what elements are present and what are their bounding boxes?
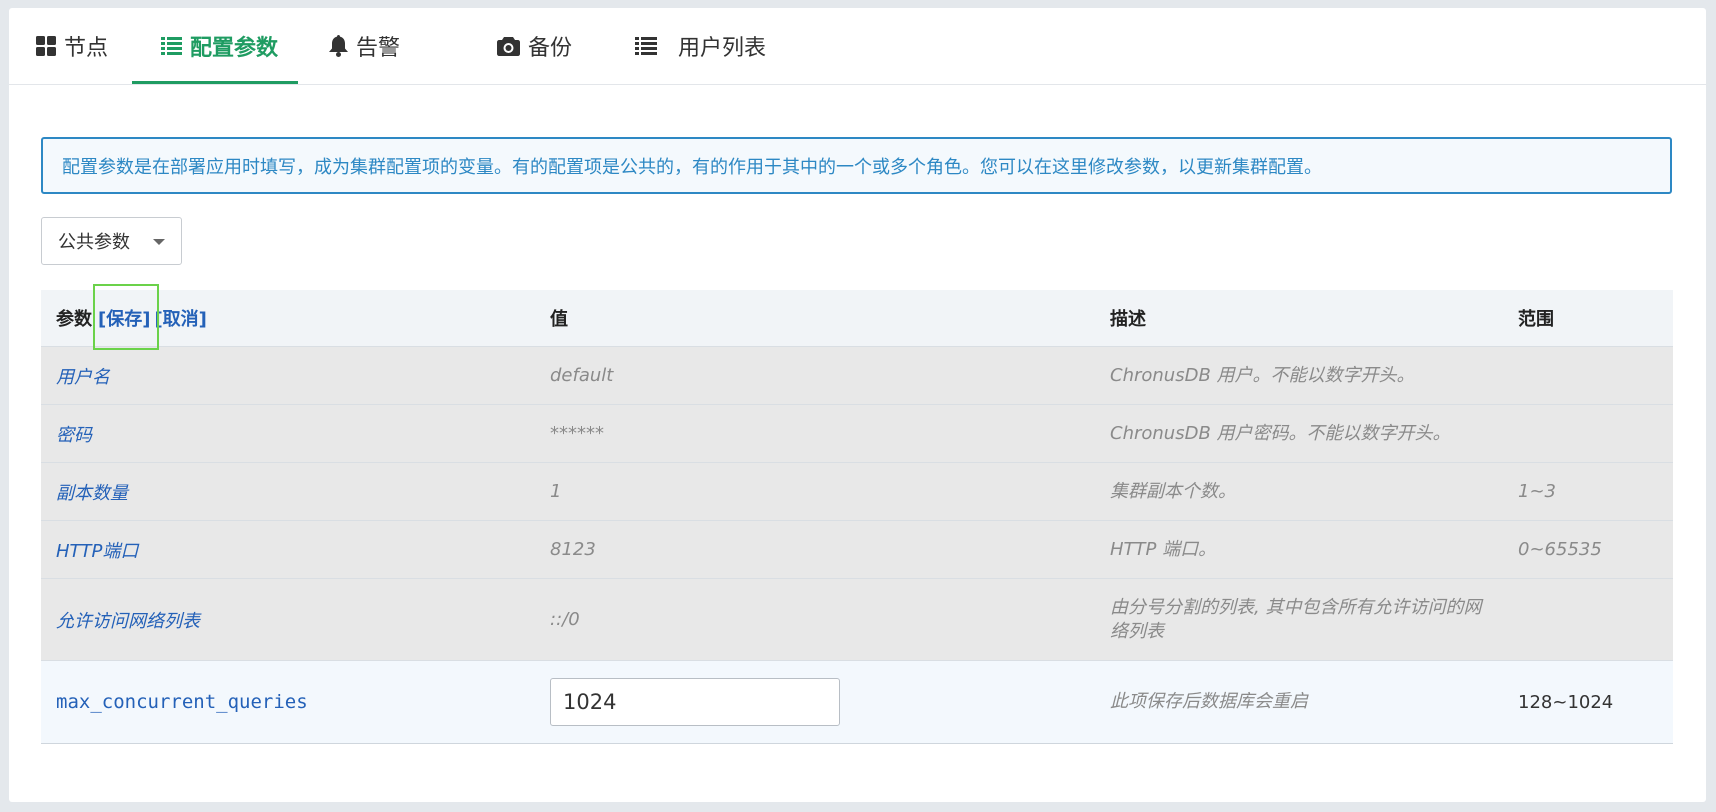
camera-icon [497, 36, 520, 56]
scope-select-value: 公共参数 [58, 232, 130, 253]
table-header: 参数 [保存] [取消] 值 描述 范围 [41, 290, 1673, 347]
scope-select[interactable]: 公共参数 [41, 217, 182, 265]
header-param: 参数 [56, 309, 92, 330]
param-value-cell [550, 661, 1050, 743]
header-value: 值 [550, 309, 568, 330]
param-value: ::/0 [550, 609, 580, 630]
param-desc: 此项保存后数据库会重启 [1110, 691, 1308, 712]
tab-label: 配置参数 [190, 36, 279, 61]
tab-label: 告警 [356, 36, 401, 61]
tab-users[interactable]: 用户列表 [635, 8, 766, 84]
table-row: 密码 ****** ChronusDB 用户密码。不能以数字开头。 [41, 405, 1673, 463]
param-range [1518, 579, 1668, 660]
param-desc: ChronusDB 用户。不能以数字开头。 [1110, 364, 1415, 386]
param-name: max_concurrent_queries [56, 691, 308, 713]
list-icon [161, 37, 182, 55]
param-desc: 由分号分割的列表, 其中包含所有允许访问的网络列表 [1110, 596, 1482, 642]
info-alert: 配置参数是在部署应用时填写，成为集群配置项的变量。有的配置项是公共的，有的作用于… [41, 137, 1672, 194]
param-value: default [550, 365, 614, 386]
param-desc: ChronusDB 用户密码。不能以数字开头。 [1110, 422, 1451, 444]
param-value: ****** [550, 423, 604, 444]
param-range: 1~3 [1518, 481, 1556, 502]
tab-nodes[interactable]: 节点 [36, 8, 108, 84]
grid-icon [36, 36, 56, 56]
tab-label: 备份 [528, 36, 573, 61]
table-row: HTTP端口 8123 HTTP 端口。 0~65535 [41, 521, 1673, 579]
tab-backup[interactable]: 备份 [497, 8, 572, 84]
param-desc: 集群副本个数。 [1110, 480, 1236, 502]
header-range: 范围 [1518, 309, 1554, 330]
param-name: 用户名 [56, 366, 110, 388]
param-desc: HTTP 端口。 [1110, 538, 1217, 560]
params-table: 参数 [保存] [取消] 值 描述 范围 用户名 default Chronus… [41, 290, 1673, 744]
main-card: 节点 配置参数 告警 备份 用户列表 配置参数是在部署应用时填写，成为集群配置项… [9, 8, 1706, 802]
param-name: 允许访问网络列表 [56, 610, 200, 632]
table-row: 副本数量 1 集群副本个数。 1~3 [41, 463, 1673, 521]
param-range: 0~65535 [1518, 539, 1602, 560]
param-value: 8123 [550, 539, 596, 560]
info-text: 配置参数是在部署应用时填写，成为集群配置项的变量。有的配置项是公共的，有的作用于… [62, 156, 1322, 178]
cancel-link[interactable]: [取消] [154, 305, 206, 331]
table-row: 用户名 default ChronusDB 用户。不能以数字开头。 [41, 347, 1673, 405]
tab-label: 节点 [64, 36, 109, 61]
caret-down-icon [153, 239, 165, 245]
param-range: 128~1024 [1518, 691, 1614, 713]
param-value-input[interactable] [550, 678, 840, 726]
param-value: 1 [550, 481, 562, 502]
header-desc: 描述 [1110, 309, 1146, 330]
param-name: 密码 [56, 424, 92, 446]
save-link[interactable]: [保存] [98, 305, 150, 331]
tab-label: 用户列表 [678, 36, 767, 61]
header-param-cell: 参数 [保存] [取消] [56, 290, 496, 346]
param-range [1518, 347, 1668, 404]
table-row-editing: max_concurrent_queries 此项保存后数据库会重启 128~1… [41, 661, 1673, 744]
tab-alerts[interactable]: 告警 [329, 8, 400, 84]
param-name: 副本数量 [56, 482, 128, 504]
param-name: HTTP端口 [56, 540, 139, 562]
list-icon [635, 37, 657, 55]
tab-config[interactable]: 配置参数 [132, 8, 298, 84]
param-range [1518, 405, 1668, 462]
table-row: 允许访问网络列表 ::/0 由分号分割的列表, 其中包含所有允许访问的网络列表 [41, 579, 1673, 661]
tab-bar: 节点 配置参数 告警 备份 用户列表 [9, 8, 1706, 85]
bell-icon [329, 35, 348, 57]
